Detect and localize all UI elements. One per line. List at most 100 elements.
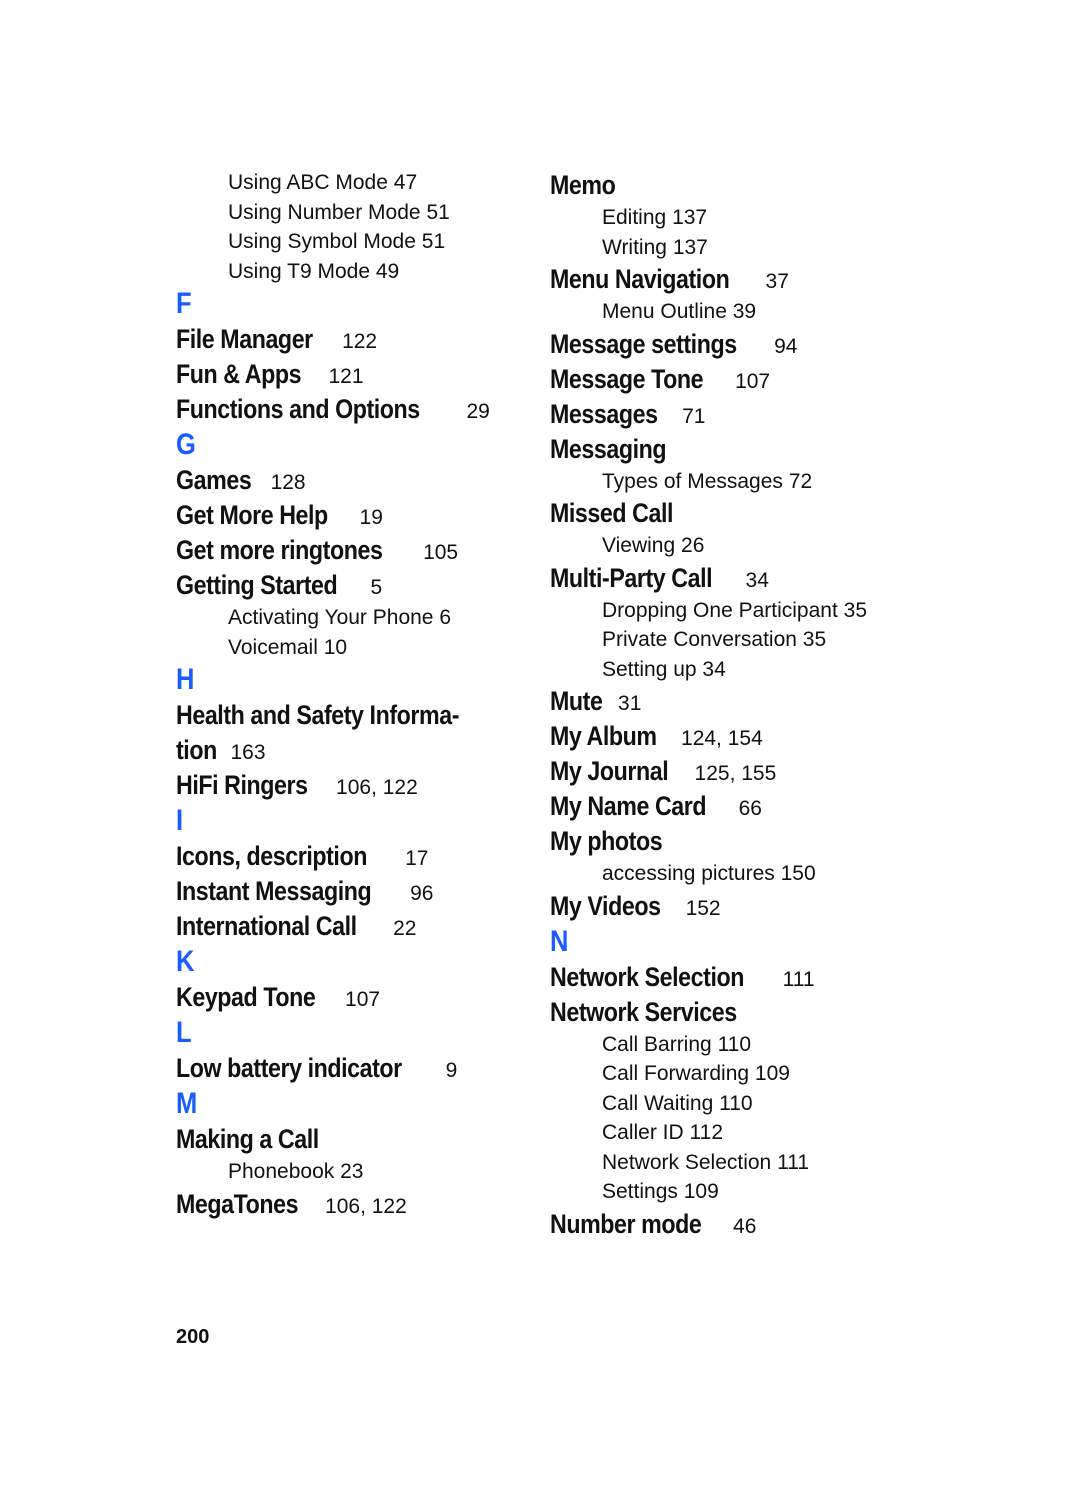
index-entry: Message settings 94 xyxy=(550,327,890,362)
entry-page-refs[interactable]: 39 xyxy=(733,300,756,323)
entry-page-refs[interactable]: 22 xyxy=(393,917,416,940)
entry-page-refs[interactable]: 122 xyxy=(342,330,377,353)
index-entry: Network Services xyxy=(550,995,890,1030)
entry-term: Low battery indicator xyxy=(176,1053,402,1083)
entry-page-refs[interactable]: 10 xyxy=(324,636,347,659)
entry-page-refs[interactable]: 121 xyxy=(329,365,364,388)
entry-page-refs[interactable]: 137 xyxy=(673,236,708,259)
index-subentry: Activating Your Phone 6 xyxy=(176,603,516,633)
entry-page-refs[interactable]: 152 xyxy=(686,897,721,920)
entry-page-refs[interactable]: 124, 154 xyxy=(681,727,763,750)
section-letter: K xyxy=(176,945,195,978)
index-entry: Making a Call xyxy=(176,1122,516,1157)
entry-page-refs[interactable]: 51 xyxy=(422,230,445,253)
entry-term: Getting Started xyxy=(176,570,338,600)
index-subentry: Using T9 Mode 49 xyxy=(176,257,516,287)
entry-page-refs[interactable]: 5 xyxy=(371,576,383,599)
entry-page-refs[interactable]: 26 xyxy=(681,534,704,557)
entry-page-refs[interactable]: 9 xyxy=(446,1059,458,1082)
entry-page-refs[interactable]: 109 xyxy=(755,1062,790,1085)
entry-page-refs[interactable]: 150 xyxy=(781,862,816,885)
index-subentry: Network Selection 111 xyxy=(550,1148,890,1178)
entry-term: Games xyxy=(176,465,252,495)
index-entry: Instant Messaging 96 xyxy=(176,874,516,909)
entry-page-refs[interactable]: 137 xyxy=(672,206,707,229)
entry-term: Call Waiting xyxy=(602,1091,714,1115)
index-entry: My Journal 125, 155 xyxy=(550,754,890,789)
entry-page-refs[interactable]: 112 xyxy=(690,1121,723,1144)
index-subentry: Menu Outline 39 xyxy=(550,297,890,327)
entry-term: Using ABC Mode xyxy=(228,171,388,194)
entry-page-refs[interactable]: 163 xyxy=(231,741,266,764)
entry-page-refs[interactable]: 19 xyxy=(360,506,383,529)
entry-page-refs[interactable]: 47 xyxy=(394,171,417,194)
index-entry: Functions and Options 29 xyxy=(176,392,516,427)
section-letter: L xyxy=(176,1016,192,1049)
entry-page-refs[interactable]: 31 xyxy=(618,692,641,715)
index-subentry: Call Waiting 110 xyxy=(550,1089,890,1119)
index-subentry: Dropping One Participant 35 xyxy=(550,596,890,626)
entry-term: Phonebook xyxy=(228,1160,335,1183)
entry-page-refs[interactable]: 46 xyxy=(733,1215,756,1238)
entry-page-refs[interactable]: 37 xyxy=(766,270,789,293)
entry-term: Caller ID xyxy=(602,1121,684,1144)
entry-term: Fun & Apps xyxy=(176,359,302,389)
entry-term: Using Number Mode xyxy=(228,200,421,224)
entry-page-refs[interactable]: 110 xyxy=(719,1092,752,1115)
entry-term: My Album xyxy=(550,721,657,751)
entry-page-refs[interactable]: 105 xyxy=(423,541,458,564)
entry-page-refs[interactable]: 107 xyxy=(735,370,770,393)
entry-term: Setting up xyxy=(602,657,697,681)
entry-page-refs[interactable]: 110 xyxy=(718,1033,751,1056)
entry-term: Number mode xyxy=(550,1208,702,1239)
entry-term: Instant Messaging xyxy=(176,876,372,906)
entry-page-refs[interactable]: 96 xyxy=(410,882,433,905)
index-entry: My Videos 152 xyxy=(550,889,890,924)
index-entry: File Manager 122 xyxy=(176,322,516,357)
entry-page-refs[interactable]: 106, 122 xyxy=(325,1195,407,1218)
section-letter: I xyxy=(176,804,184,837)
entry-page-refs[interactable]: 17 xyxy=(405,847,428,870)
entry-term: Icons, description xyxy=(176,841,367,871)
index-entry: Fun & Apps 121 xyxy=(176,357,516,392)
entry-term: HiFi Ringers xyxy=(176,770,308,800)
entry-term: Private Conversation xyxy=(602,628,797,651)
index-subentry: accessing pictures 150 xyxy=(550,859,890,889)
entry-term: Menu Outline xyxy=(602,300,727,323)
entry-page-refs[interactable]: 107 xyxy=(345,988,380,1011)
index-entry: My Name Card 66 xyxy=(550,789,890,824)
entry-page-refs[interactable]: 106, 122 xyxy=(336,776,418,799)
entry-term: My Videos xyxy=(550,890,661,921)
page-number: 200 xyxy=(176,1326,210,1348)
entry-page-refs[interactable]: 94 xyxy=(774,335,797,358)
entry-page-refs[interactable]: 125, 155 xyxy=(695,762,777,785)
index-entry: My Album 124, 154 xyxy=(550,719,890,754)
entry-page-refs[interactable]: 51 xyxy=(426,201,449,224)
entry-page-refs[interactable]: 29 xyxy=(467,400,490,423)
entry-page-refs[interactable]: 34 xyxy=(702,658,725,681)
index-entry: Messages 71 xyxy=(550,397,890,432)
entry-page-refs[interactable]: 128 xyxy=(271,471,306,494)
entry-page-refs[interactable]: 111 xyxy=(777,1151,809,1174)
entry-page-refs[interactable]: 6 xyxy=(439,606,451,629)
entry-page-refs[interactable]: 35 xyxy=(803,628,826,651)
entry-page-refs[interactable]: 35 xyxy=(844,599,867,622)
index-subentry: Setting up 34 xyxy=(550,655,890,685)
section-letter: G xyxy=(176,428,196,461)
index-subentry: Using Symbol Mode 51 xyxy=(176,227,516,257)
entry-page-refs[interactable]: 72 xyxy=(789,470,812,493)
entry-page-refs[interactable]: 111 xyxy=(783,968,815,991)
entry-page-refs[interactable]: 34 xyxy=(746,569,769,592)
index-column-right: Memo Editing 137 Writing 137 Menu Navigatio… xyxy=(550,168,890,1242)
entry-term: tion xyxy=(176,735,217,765)
entry-page-refs[interactable]: 49 xyxy=(376,260,399,283)
entry-page-refs[interactable]: 66 xyxy=(739,797,762,820)
entry-page-refs[interactable]: 109 xyxy=(684,1180,719,1203)
entry-page-refs[interactable]: 23 xyxy=(340,1160,363,1183)
index-subentry: Private Conversation 35 xyxy=(550,625,890,655)
index-subentry: Caller ID 112 xyxy=(550,1118,890,1148)
entry-term: Get more ringtones xyxy=(176,535,383,565)
entry-term: Multi-Party Call xyxy=(550,562,713,593)
entry-page-refs[interactable]: 71 xyxy=(682,405,705,428)
entry-term: International Call xyxy=(176,911,357,941)
